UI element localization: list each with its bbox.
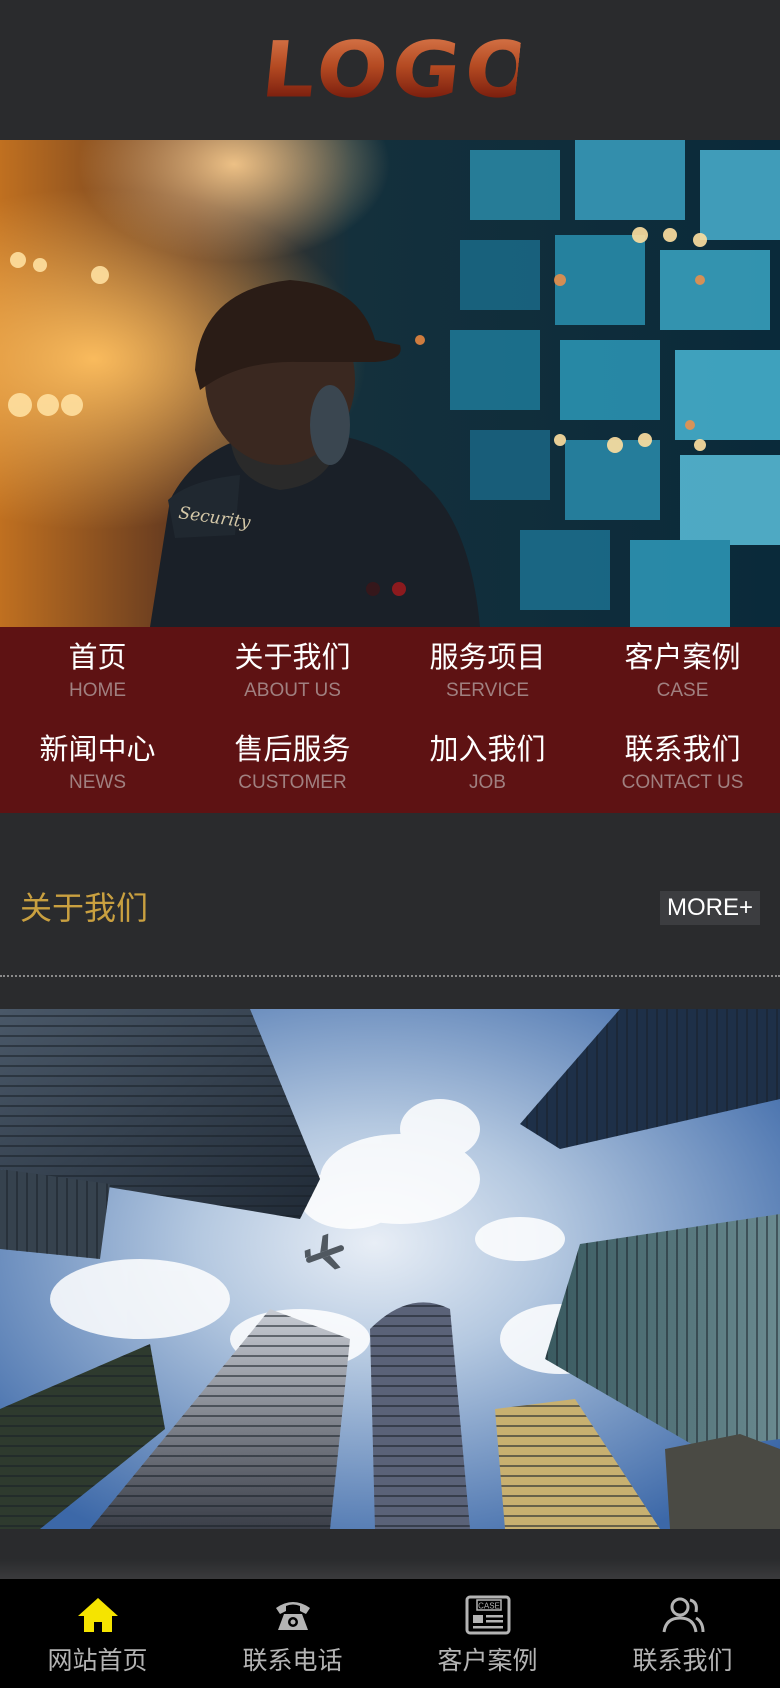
tab-label: 联系电话 bbox=[242, 1646, 343, 1675]
header: LOGO bbox=[0, 0, 780, 140]
nav-item-sublabel: NEWS bbox=[69, 772, 126, 793]
nav-item-sublabel: CUSTOMER bbox=[238, 772, 347, 793]
nav-item-label: 服务项目 bbox=[429, 640, 546, 674]
section-title: 关于我们 bbox=[20, 889, 149, 927]
nav-item-sublabel: ABOUT US bbox=[244, 680, 341, 701]
nav-item-about[interactable]: 关于我们 ABOUT US bbox=[195, 627, 390, 719]
tab-label: 联系我们 bbox=[632, 1646, 733, 1675]
nav-item-label: 加入我们 bbox=[429, 732, 546, 766]
tab-phone[interactable]: 联系电话 bbox=[195, 1579, 390, 1688]
page: LOGO Security 首页 HOME 关于我们 ABOUT US 服务项目… bbox=[0, 0, 780, 1688]
nav-item-sublabel: JOB bbox=[469, 772, 506, 793]
tab-home[interactable]: 网站首页 bbox=[0, 1579, 195, 1688]
nav-item-label: 联系我们 bbox=[624, 732, 741, 766]
phone-icon bbox=[276, 1602, 310, 1630]
nav-item-sublabel: HOME bbox=[69, 680, 126, 701]
section-divider bbox=[0, 975, 780, 977]
more-button[interactable]: MORE+ bbox=[660, 891, 760, 925]
nav-item-service[interactable]: 服务项目 SERVICE bbox=[390, 627, 585, 719]
tab-case[interactable]: CASE 客户案例 bbox=[390, 1579, 585, 1688]
nav-item-job[interactable]: 加入我们 JOB bbox=[390, 719, 585, 811]
section-spacer bbox=[0, 1529, 780, 1579]
main-nav: 首页 HOME 关于我们 ABOUT US 服务项目 SERVICE 客户案例 … bbox=[0, 627, 780, 813]
nav-item-home[interactable]: 首页 HOME bbox=[0, 627, 195, 719]
tab-contacts[interactable]: 联系我们 bbox=[585, 1579, 780, 1688]
home-icon bbox=[78, 1598, 118, 1632]
nav-item-sublabel: CASE bbox=[656, 680, 709, 701]
about-section-header: 关于我们 MORE+ bbox=[0, 813, 780, 976]
nav-item-news[interactable]: 新闻中心 NEWS bbox=[0, 719, 195, 811]
tab-label: 客户案例 bbox=[437, 1646, 538, 1675]
tab-label: 网站首页 bbox=[47, 1646, 148, 1675]
nav-item-label: 首页 bbox=[68, 640, 127, 674]
nav-item-case[interactable]: 客户案例 CASE bbox=[585, 627, 780, 719]
svg-text:CASE: CASE bbox=[478, 1602, 500, 1611]
case-icon: CASE bbox=[465, 1595, 511, 1635]
banner-image: Security bbox=[0, 140, 780, 627]
slide-dot-1[interactable] bbox=[366, 582, 380, 596]
nav-item-label: 售后服务 bbox=[234, 732, 351, 766]
nav-item-label: 新闻中心 bbox=[39, 732, 156, 766]
nav-item-label: 客户案例 bbox=[624, 640, 741, 674]
contacts-icon bbox=[662, 1597, 705, 1633]
nav-item-customer[interactable]: 售后服务 CUSTOMER bbox=[195, 719, 390, 811]
bottom-tab-bar: 网站首页 联系电话 CASE 客户案例 联系我们 bbox=[0, 1579, 780, 1688]
nav-item-sublabel: SERVICE bbox=[445, 680, 530, 701]
nav-item-label: 关于我们 bbox=[234, 640, 351, 674]
nav-item-contact[interactable]: 联系我们 CONTACT US bbox=[585, 719, 780, 811]
hero-banner[interactable]: Security bbox=[0, 140, 780, 627]
nav-item-sublabel: CONTACT US bbox=[621, 772, 744, 793]
slide-dot-2-active[interactable] bbox=[392, 582, 406, 596]
skyline-photo bbox=[0, 1009, 780, 1529]
about-image[interactable] bbox=[0, 1009, 780, 1529]
site-logo[interactable]: LOGO bbox=[257, 25, 545, 115]
